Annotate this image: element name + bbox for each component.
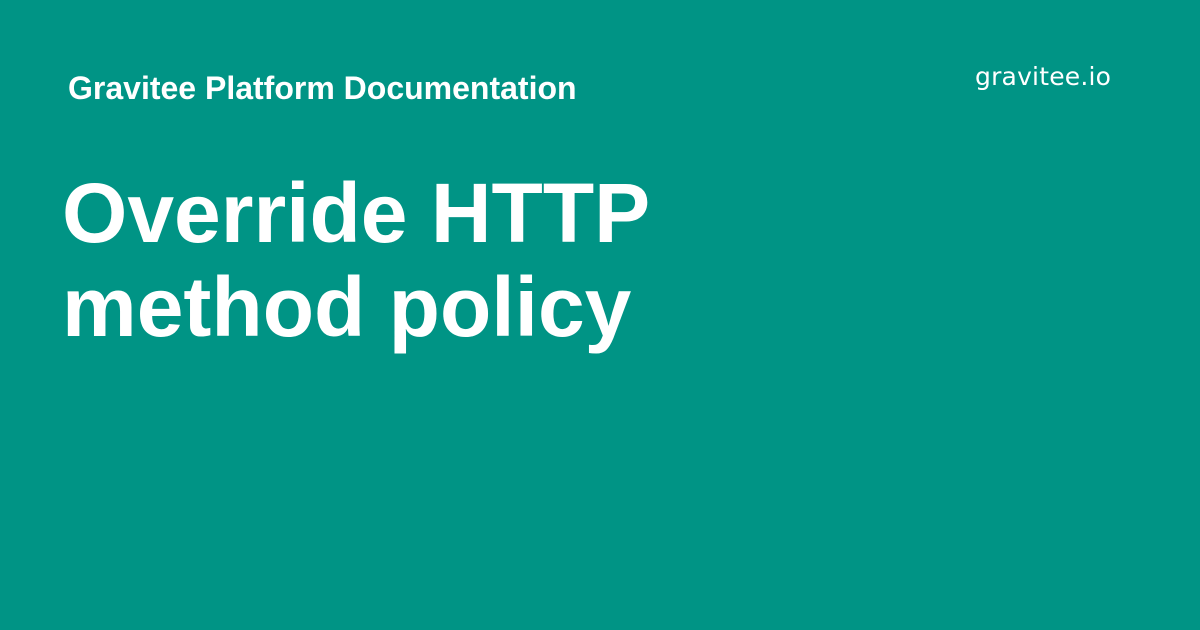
site-title: Gravitee Platform Documentation	[68, 70, 577, 106]
page-title-line-1: Override HTTP	[62, 166, 651, 260]
social-card: Gravitee Platform Documentation gravitee…	[0, 0, 1200, 630]
gravitee-logo: gravitee.io	[975, 62, 1112, 91]
page-title: Override HTTP method policy	[62, 166, 822, 354]
page-title-line-2: method policy	[62, 260, 632, 354]
